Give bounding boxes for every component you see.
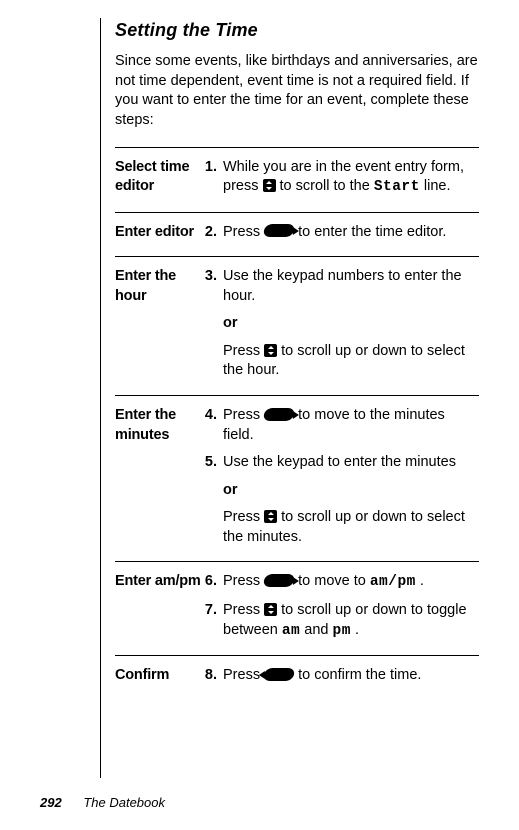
step: 4. Press to move to the minutes field.	[203, 406, 479, 445]
step-label: Enter am/pm	[115, 562, 203, 656]
code-text: Start	[374, 179, 420, 195]
page-number: 292	[40, 795, 62, 810]
table-row: Enter the hour 3. Use the keypad numbers…	[115, 257, 479, 396]
step-alt: Press to scroll up or down to select the…	[223, 342, 479, 381]
text: to confirm the time.	[298, 667, 421, 683]
step-number: 3.	[203, 267, 223, 306]
step-text: Press to scroll up or down to toggle bet…	[223, 601, 479, 641]
text: Press	[223, 602, 264, 618]
code-text: am	[282, 623, 300, 639]
text: line.	[424, 178, 451, 194]
table-row: Select time editor 1. While you are in t…	[115, 147, 479, 212]
step-number: 5.	[203, 453, 223, 473]
step-text: Use the keypad numbers to enter the hour…	[223, 267, 479, 306]
step-number: 8.	[203, 666, 223, 686]
or-separator: or	[223, 314, 479, 334]
table-row: Confirm 8. Press to confirm the time.	[115, 656, 479, 700]
page-footer: 292 The Datebook	[40, 794, 165, 812]
step-text: Press to enter the time editor.	[223, 223, 479, 243]
or-separator: or	[223, 481, 479, 501]
text: .	[420, 573, 424, 589]
step: 6. Press to move to am/pm .	[203, 572, 479, 593]
step-number: 6.	[203, 572, 223, 593]
code-text: am/pm	[370, 574, 416, 590]
text: .	[355, 622, 359, 638]
step-text: While you are in the event entry form, p…	[223, 158, 479, 198]
step: 1. While you are in the event entry form…	[203, 158, 479, 198]
code-text: pm	[333, 623, 351, 639]
step-text: Press to move to am/pm .	[223, 572, 479, 593]
table-row: Enter am/pm 6. Press to move to am/pm .	[115, 562, 479, 656]
text: Press	[223, 224, 264, 240]
text: Press	[223, 407, 264, 423]
step: 2. Press to enter the time editor.	[203, 223, 479, 243]
right-soft-key-icon	[263, 408, 296, 421]
step: 7. Press to scroll up or down to toggle …	[203, 601, 479, 641]
step-label: Confirm	[115, 656, 203, 700]
intro-paragraph: Since some events, like birthdays and an…	[115, 52, 479, 130]
text: to move to	[298, 573, 370, 589]
step-label: Enter the minutes	[115, 396, 203, 562]
step-text: Use the keypad to enter the minutes	[223, 453, 479, 473]
step-number: 7.	[203, 601, 223, 641]
step: 3. Use the keypad numbers to enter the h…	[203, 267, 479, 306]
text: to scroll to the	[280, 178, 374, 194]
text: and	[304, 622, 332, 638]
right-soft-key-icon	[263, 224, 296, 237]
step: 5. Use the keypad to enter the minutes	[203, 453, 479, 473]
step-alt: Press to scroll up or down to select the…	[223, 508, 479, 547]
scroll-icon	[263, 179, 276, 192]
left-soft-key-icon	[263, 668, 296, 681]
table-row: Enter the minutes 4. Press to move to th…	[115, 396, 479, 562]
step-number: 1.	[203, 158, 223, 198]
scroll-icon	[264, 603, 277, 616]
text: Press	[223, 509, 264, 525]
step: 8. Press to confirm the time.	[203, 666, 479, 686]
scroll-icon	[264, 510, 277, 523]
page-title: Setting the Time	[115, 18, 479, 42]
section-name: The Datebook	[83, 795, 165, 810]
step-text: Press to confirm the time.	[223, 666, 479, 686]
steps-table: Select time editor 1. While you are in t…	[115, 147, 479, 700]
text: to enter the time editor.	[298, 224, 446, 240]
scroll-icon	[264, 344, 277, 357]
step-number: 2.	[203, 223, 223, 243]
step-label: Enter editor	[115, 212, 203, 257]
step-text: Press to move to the minutes field.	[223, 406, 479, 445]
table-row: Enter editor 2. Press to enter the time …	[115, 212, 479, 257]
right-soft-key-icon	[263, 574, 296, 587]
step-number: 4.	[203, 406, 223, 445]
text: Press	[223, 343, 264, 359]
step-label: Enter the hour	[115, 257, 203, 396]
step-label: Select time editor	[115, 147, 203, 212]
text: Press	[223, 573, 264, 589]
